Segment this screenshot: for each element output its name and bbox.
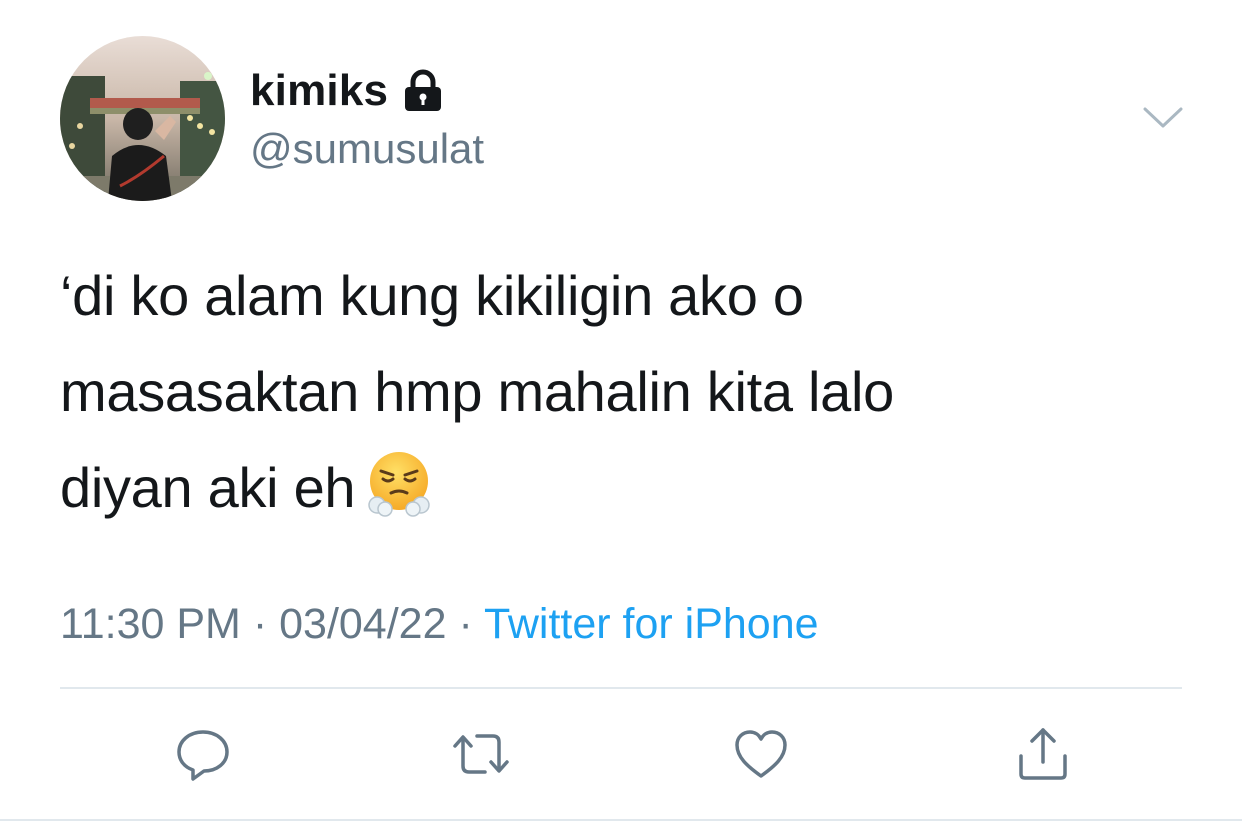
tweet-line-text: diyan aki eh (60, 456, 356, 519)
meta-separator: · (252, 600, 268, 648)
tweet-line: masasaktan hmp mahalin kita lalo (60, 360, 894, 423)
chevron-down-icon[interactable] (1140, 100, 1186, 134)
retweet-icon (453, 734, 509, 774)
tweet-line: diyan aki eh (60, 440, 1180, 536)
retweet-button[interactable] (449, 722, 513, 786)
tweet-source-link[interactable]: Twitter for iPhone (484, 600, 819, 648)
like-button[interactable] (729, 722, 793, 786)
share-button[interactable] (1011, 722, 1075, 786)
avatar[interactable] (60, 36, 225, 201)
face-with-steam-from-nose-icon (365, 449, 433, 517)
tweet-meta: 11:30 PM · 03/04/22 · Twitter for iPhone (60, 596, 819, 652)
divider (60, 687, 1182, 689)
user-handle[interactable]: @sumusulat (250, 124, 484, 174)
tweet-card: kimiks @sumusulat ‘di ko alam kung kikil… (0, 0, 1242, 821)
tweet-time: 11:30 PM (60, 600, 241, 648)
tweet-line: ‘di ko alam kung kikiligin ako o (60, 264, 804, 327)
reply-icon (177, 730, 229, 781)
meta-separator: · (458, 600, 473, 648)
reply-button[interactable] (171, 722, 235, 786)
display-name[interactable]: kimiks (250, 66, 388, 116)
like-icon (735, 730, 787, 778)
tweet-date: 03/04/22 (279, 600, 447, 648)
lock-icon (402, 69, 444, 113)
share-icon (1019, 728, 1067, 780)
user-name-row: kimiks (250, 62, 444, 120)
avatar-photo (60, 36, 225, 201)
tweet-text: ‘di ko alam kung kikiligin ako o masasak… (60, 248, 1180, 536)
